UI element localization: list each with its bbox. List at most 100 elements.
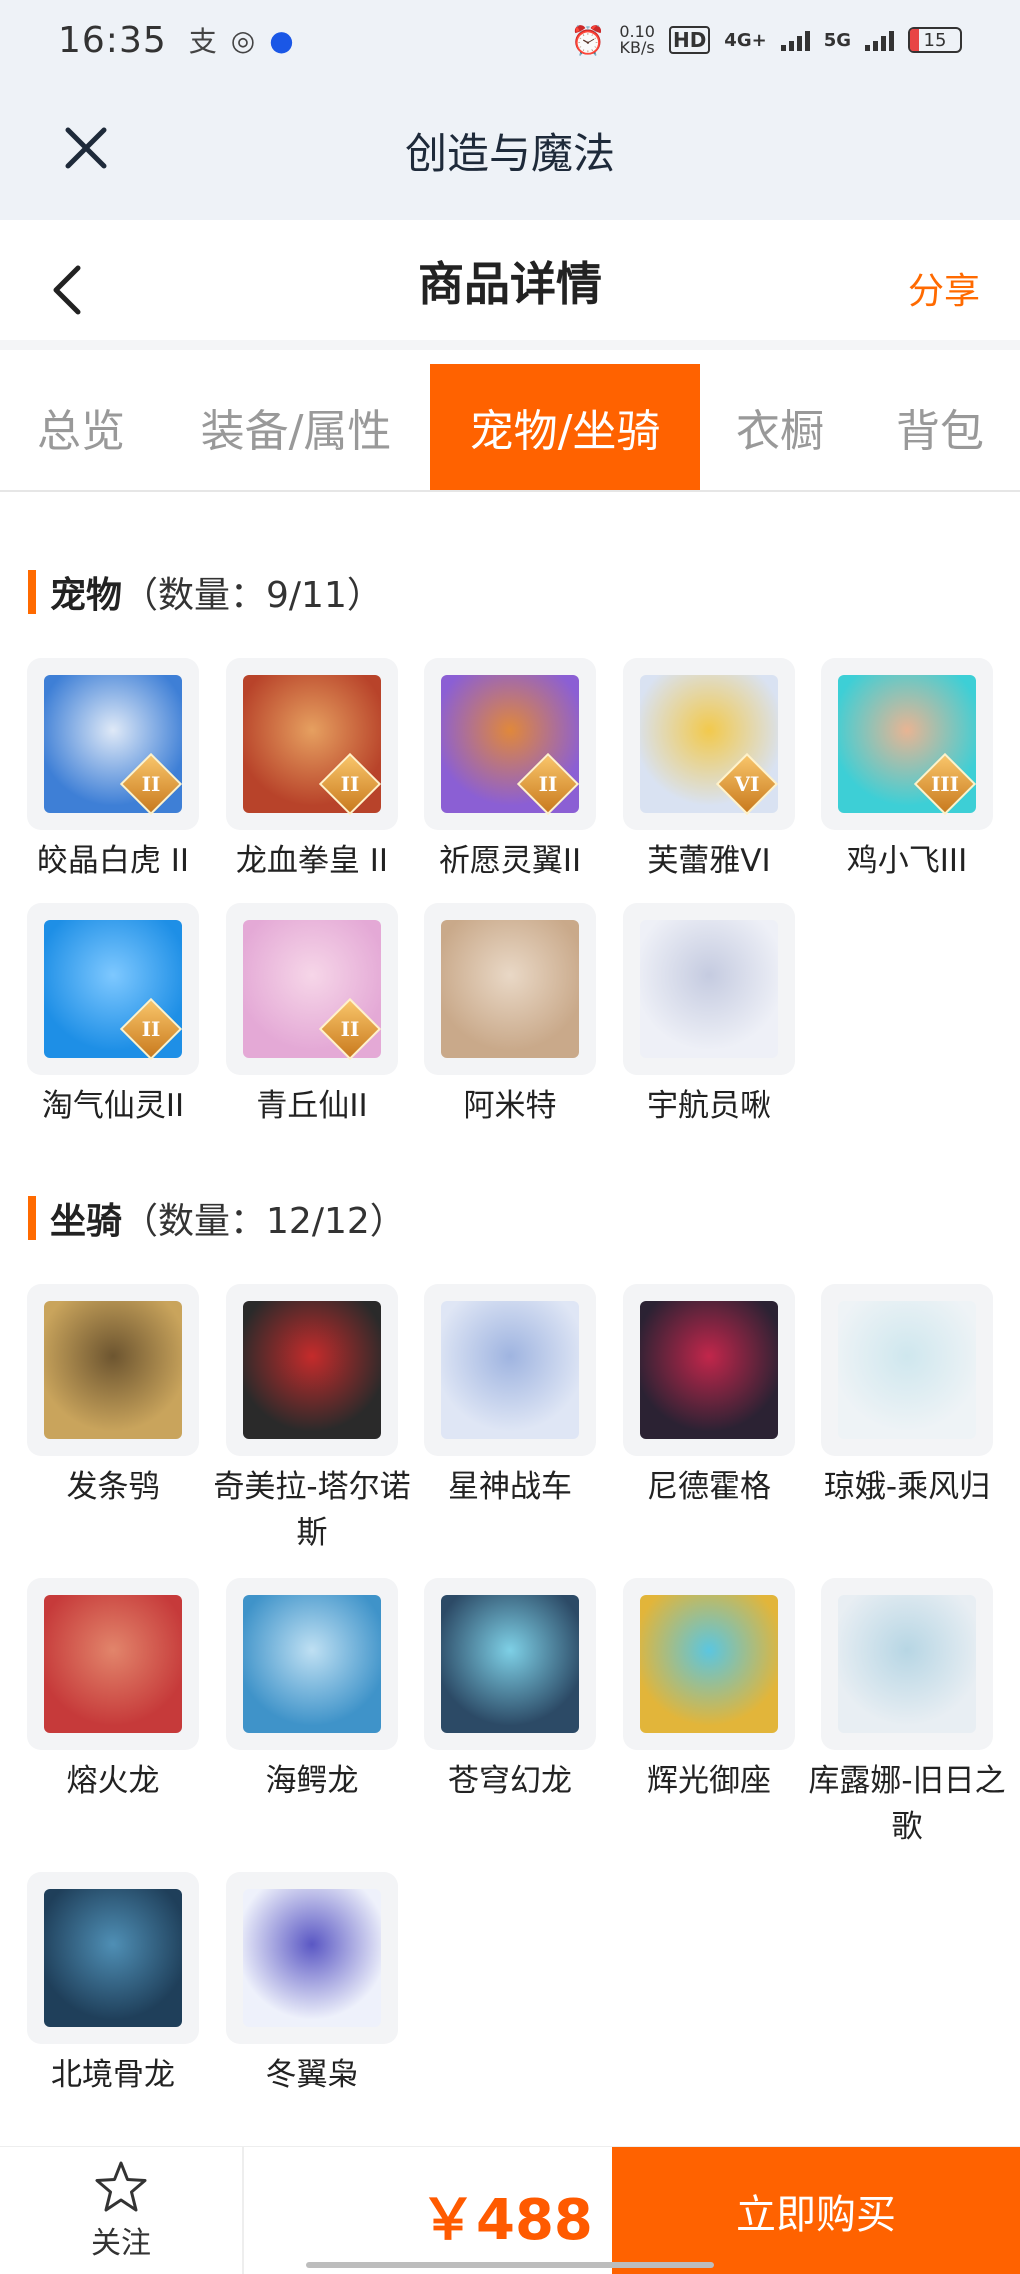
pet-item[interactable]: 宇航员啾 xyxy=(610,903,808,1129)
app-dot-icon: ● xyxy=(269,23,294,57)
mount-name: 库露娜-旧日之歌 xyxy=(808,1763,1006,1845)
mount-name: 奇美拉-塔尔诺斯 xyxy=(213,1469,411,1551)
mount-image xyxy=(441,1595,579,1733)
close-icon[interactable] xyxy=(62,124,110,172)
mount-item[interactable]: 奇美拉-塔尔诺斯 xyxy=(213,1284,411,1556)
pet-item[interactable]: III 鸡小飞III xyxy=(808,658,1006,884)
pet-name: 鸡小飞III xyxy=(846,843,968,879)
rank-badge-label: II xyxy=(340,772,360,796)
tab-wardrobe[interactable]: 衣橱 xyxy=(700,364,860,490)
pet-name: 祈愿灵翼II xyxy=(438,843,582,879)
pet-item[interactable]: II 青丘仙II xyxy=(213,903,411,1129)
mount-image xyxy=(243,1301,381,1439)
pet-thumbnail: II xyxy=(424,658,596,830)
pet-name: 芙蕾雅VI xyxy=(647,843,771,879)
mount-item[interactable]: 库露娜-旧日之歌 xyxy=(808,1578,1006,1850)
mount-thumbnail xyxy=(226,1284,398,1456)
pet-thumbnail: III xyxy=(821,658,993,830)
tab-overview[interactable]: 总览 xyxy=(0,364,162,490)
tab-label: 衣橱 xyxy=(736,406,824,457)
tab-label: 总览 xyxy=(37,406,125,457)
mounts-section-title: 坐骑 （数量：12/12） xyxy=(28,1192,406,1244)
mount-thumbnail xyxy=(623,1578,795,1750)
mount-image xyxy=(441,1301,579,1439)
alipay-icon: 支 xyxy=(188,25,217,58)
rank-badge-label: II xyxy=(141,1017,161,1041)
tab-backpack[interactable]: 背包 xyxy=(860,364,1020,490)
page-title: 商品详情 xyxy=(418,257,602,311)
mount-name: 辉光御座 xyxy=(647,1763,771,1799)
pet-item[interactable]: II 淘气仙灵II xyxy=(14,903,212,1129)
mount-item[interactable]: 苍穹幻龙 xyxy=(411,1578,609,1804)
mount-image xyxy=(243,1595,381,1733)
mount-name: 尼德霍格 xyxy=(647,1469,771,1505)
mount-image xyxy=(838,1301,976,1439)
bottom-action-bar: 关注 ￥488 立即购买 xyxy=(0,2146,1020,2274)
net2-label: 5G xyxy=(823,29,851,51)
mount-name: 星神战车 xyxy=(448,1469,572,1505)
mount-thumbnail xyxy=(226,1578,398,1750)
section-accent-bar xyxy=(28,570,36,614)
mount-name: 海鳄龙 xyxy=(265,1763,359,1799)
pet-name: 淘气仙灵II xyxy=(41,1088,185,1124)
mount-image xyxy=(44,1595,182,1733)
section-accent-bar xyxy=(28,1196,36,1240)
pet-item[interactable]: VI 芙蕾雅VI xyxy=(610,658,808,884)
category-tabs: 总览 装备/属性 宠物/坐骑 衣橱 背包 xyxy=(0,364,1020,492)
section-name: 坐骑 xyxy=(50,1201,123,1242)
mount-item[interactable]: 冬翼枭 xyxy=(213,1872,411,2098)
section-count: （数量：12/12） xyxy=(122,1201,406,1242)
mount-item[interactable]: 熔火龙 xyxy=(14,1578,212,1804)
tab-label: 装备/属性 xyxy=(200,406,392,457)
status-bar: 16:35 支 ◎ ● ⏰ 0.10 KB/s HD 4G+ 5G 15 xyxy=(0,0,1020,80)
share-button[interactable]: 分享 xyxy=(908,262,980,314)
mount-thumbnail xyxy=(821,1284,993,1456)
pet-name: 宇航员啾 xyxy=(647,1088,771,1124)
mount-image xyxy=(640,1301,778,1439)
battery-icon: 15 xyxy=(908,27,962,53)
net1-label: 4G+ xyxy=(724,29,767,51)
pet-item[interactable]: II 祈愿灵翼II xyxy=(411,658,609,884)
pet-item[interactable]: II 皎晶白虎 II xyxy=(14,658,212,884)
tab-pets-mounts[interactable]: 宠物/坐骑 xyxy=(430,364,700,490)
mount-item[interactable]: 星神战车 xyxy=(411,1284,609,1510)
mount-image xyxy=(44,1889,182,2027)
mount-name: 发条鸮 xyxy=(66,1469,160,1505)
net-speed: 0.10 KB/s xyxy=(619,22,655,57)
price: ￥488 xyxy=(420,2188,593,2253)
page-nav: 商品详情 分享 xyxy=(0,222,1020,350)
status-time: 16:35 xyxy=(58,19,167,61)
buy-now-button[interactable]: 立即购买 xyxy=(612,2147,1020,2274)
pet-item[interactable]: 阿米特 xyxy=(411,903,609,1129)
pets-section-title: 宠物 （数量：9/11） xyxy=(28,566,383,618)
mount-item[interactable]: 尼德霍格 xyxy=(610,1284,808,1510)
mount-thumbnail xyxy=(821,1578,993,1750)
mount-thumbnail xyxy=(226,1872,398,2044)
battery-level: 15 xyxy=(923,29,947,51)
mount-image xyxy=(243,1889,381,2027)
section-name: 宠物 xyxy=(50,575,123,616)
mount-item[interactable]: 海鳄龙 xyxy=(213,1578,411,1804)
mount-name: 苍穹幻龙 xyxy=(448,1763,572,1799)
pet-name: 龙血拳皇 II xyxy=(235,843,389,879)
pet-image xyxy=(640,920,778,1058)
mount-item[interactable]: 发条鸮 xyxy=(14,1284,212,1510)
alarm-icon: ⏰ xyxy=(570,23,606,57)
mount-image xyxy=(838,1595,976,1733)
signal-2-icon xyxy=(865,29,894,51)
follow-button[interactable]: 关注 xyxy=(0,2147,244,2274)
web-header: 创造与魔法 xyxy=(0,80,1020,220)
mount-item[interactable]: 琼娥-乘风归 xyxy=(808,1284,1006,1510)
mount-thumbnail xyxy=(424,1284,596,1456)
mount-item[interactable]: 北境骨龙 xyxy=(14,1872,212,2098)
mount-thumbnail xyxy=(424,1578,596,1750)
back-chevron-icon[interactable] xyxy=(48,262,88,318)
pet-thumbnail: II xyxy=(27,903,199,1075)
rank-badge-label: III xyxy=(930,772,960,796)
tab-equipment[interactable]: 装备/属性 xyxy=(162,364,430,490)
section-count: （数量：9/11） xyxy=(122,575,383,616)
pet-item[interactable]: II 龙血拳皇 II xyxy=(213,658,411,884)
tab-label: 背包 xyxy=(896,406,984,457)
mount-item[interactable]: 辉光御座 xyxy=(610,1578,808,1804)
home-indicator xyxy=(306,2262,714,2268)
